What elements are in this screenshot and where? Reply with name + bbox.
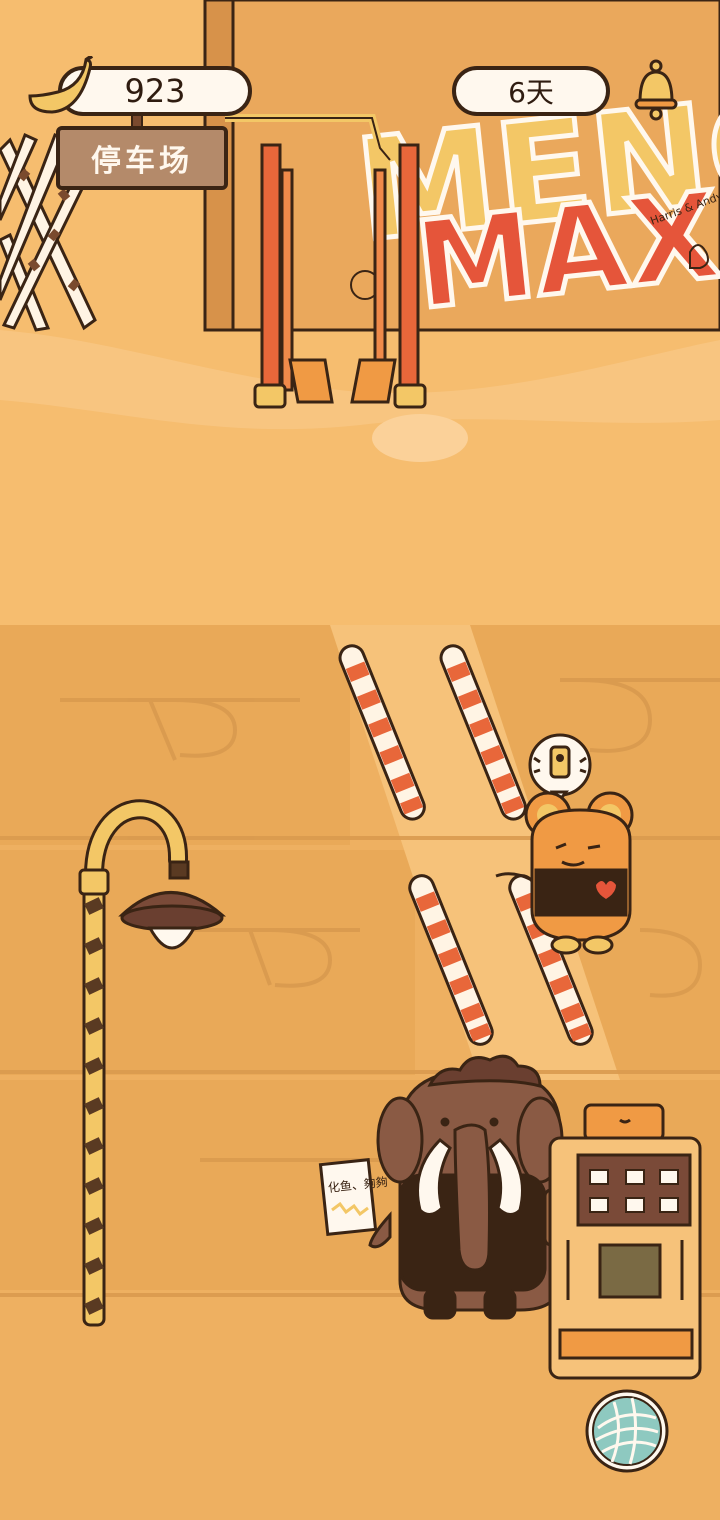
day-count: 6天 (508, 76, 554, 109)
banana-counter: 923 (22, 56, 252, 120)
yarn-ball-button[interactable] (584, 1388, 670, 1474)
bell-icon (634, 59, 678, 121)
banana-icon (28, 56, 94, 114)
day-counter: 6天 (452, 66, 610, 116)
parking-lot (0, 625, 720, 1520)
location-sign-label: 停车场 (91, 144, 193, 179)
notification-bell-button[interactable] (632, 58, 680, 122)
game-scene: MENG MAX Harris & Andy forever (0, 0, 720, 1520)
location-sign: 停车场 (56, 126, 228, 190)
coffee-machine (548, 1103, 702, 1380)
yarn-ball-icon (585, 1389, 669, 1473)
banana-count: 923 (124, 72, 186, 110)
